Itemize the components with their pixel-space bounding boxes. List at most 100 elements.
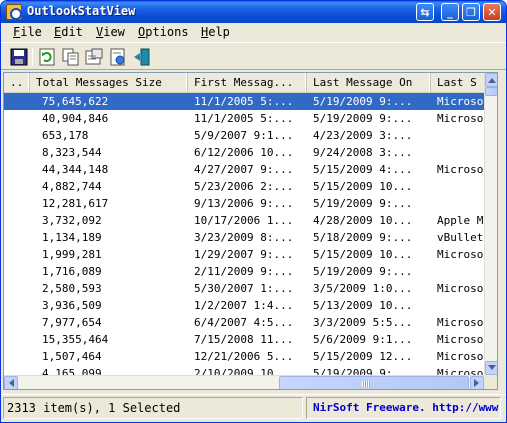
table-row[interactable]: 12,281,617 9/13/2006 9:... 5/19/2009 9:... xyxy=(4,195,484,212)
title-bar[interactable]: OutlookStatView ⇆ _ ❐ ✕ xyxy=(1,1,506,23)
cell-first-message: 5/23/2006 2:... xyxy=(194,180,294,193)
cell-total-size: 44,344,148 xyxy=(42,163,109,176)
properties-icon xyxy=(85,48,103,65)
cell-last-message: 5/15/2009 10... xyxy=(313,248,413,261)
status-item-count: 2313 item(s), 1 Selected xyxy=(3,397,303,419)
close-button[interactable]: ✕ xyxy=(483,3,501,21)
save-button[interactable] xyxy=(9,47,29,67)
cell-last-message: 5/19/2009 9:... xyxy=(313,112,413,125)
menu-view[interactable]: View xyxy=(96,25,125,39)
cell-first-message: 11/1/2005 5:... xyxy=(194,112,294,125)
copy-button[interactable] xyxy=(61,47,81,67)
vertical-scrollbar[interactable] xyxy=(484,73,497,375)
table-row[interactable]: 15,355,464 7/15/2008 11... 5/6/2009 9:1...… xyxy=(4,331,484,348)
arrow-down-icon xyxy=(488,365,496,370)
cell-first-message: 6/12/2006 10... xyxy=(194,146,294,159)
statistics-list[interactable]: .. Total Messages Size First Messag... L… xyxy=(3,72,498,390)
cell-last-message: 9/24/2008 3:... xyxy=(313,146,413,159)
scroll-down-button[interactable] xyxy=(485,361,497,375)
html-report-button[interactable] xyxy=(108,47,128,67)
cell-first-message: 4/27/2007 9:... xyxy=(194,163,294,176)
cell-first-message: 11/1/2005 5:... xyxy=(194,95,294,108)
table-row[interactable]: 4,882,744 5/23/2006 2:... 5/15/2009 10... xyxy=(4,178,484,195)
horizontal-scroll-thumb[interactable] xyxy=(279,376,469,389)
refresh-button[interactable] xyxy=(37,47,57,67)
minimize-button[interactable]: _ xyxy=(441,3,459,21)
app-window: OutlookStatView ⇆ _ ❐ ✕ File Edit View O… xyxy=(0,0,507,423)
toolbar-separator xyxy=(32,48,33,66)
cell-total-size: 653,178 xyxy=(42,129,89,142)
column-header-row: .. Total Messages Size First Messag... L… xyxy=(4,73,497,93)
table-row[interactable]: 75,645,622 11/1/2005 5:... 5/19/2009 9:...… xyxy=(4,93,484,110)
cell-last-message: 5/15/2009 12... xyxy=(313,350,413,363)
toolbar xyxy=(1,42,506,70)
horizontal-scrollbar[interactable] xyxy=(4,375,484,389)
vertical-scroll-thumb[interactable] xyxy=(485,87,497,96)
scroll-grip xyxy=(362,381,370,387)
cell-first-message: 5/9/2007 9:1... xyxy=(194,129,294,142)
swap-icon: ⇆ xyxy=(420,5,430,19)
html-report-icon xyxy=(110,48,125,66)
menu-help[interactable]: Help xyxy=(201,25,230,39)
cell-total-size: 12,281,617 xyxy=(42,197,109,210)
save-icon xyxy=(10,48,28,66)
column-header-last-message[interactable]: Last Message On xyxy=(307,73,431,92)
column-header-name[interactable]: .. xyxy=(4,73,30,92)
extra-title-button[interactable]: ⇆ xyxy=(416,3,434,21)
scroll-up-button[interactable] xyxy=(485,73,497,87)
cell-last-message: 5/13/2009 10... xyxy=(313,299,413,312)
table-row[interactable]: 1,507,464 12/21/2006 5... 5/15/2009 12... M… xyxy=(4,348,484,365)
cell-first-message: 6/4/2007 4:5... xyxy=(194,316,294,329)
cell-first-message: 10/17/2006 1... xyxy=(194,214,294,227)
menu-options[interactable]: Options xyxy=(138,25,189,39)
arrow-left-icon xyxy=(9,379,14,387)
table-row[interactable]: 44,344,148 4/27/2007 9:... 5/15/2009 4:...… xyxy=(4,161,484,178)
nirsoft-link[interactable]: NirSoft Freeware. http://www.nirs xyxy=(306,397,501,419)
cell-first-message: 9/13/2006 9:... xyxy=(194,197,294,210)
table-row[interactable]: 2,580,593 5/30/2007 1:... 3/5/2009 1:0... M… xyxy=(4,280,484,297)
scroll-left-button[interactable] xyxy=(4,376,18,389)
cell-last-message: 3/5/2009 1:0... xyxy=(313,282,413,295)
outlookstatview-app-icon[interactable] xyxy=(6,4,22,20)
cell-first-message: 12/21/2006 5... xyxy=(194,350,294,363)
cell-total-size: 8,323,544 xyxy=(42,146,102,159)
cell-last-message: 5/15/2009 10... xyxy=(313,180,413,193)
table-row[interactable]: 1,134,189 3/23/2009 8:... 5/18/2009 9:... v… xyxy=(4,229,484,246)
table-row[interactable]: 8,323,544 6/12/2006 10... 9/24/2008 3:... xyxy=(4,144,484,161)
properties-button[interactable] xyxy=(84,47,104,67)
column-header-total-size[interactable]: Total Messages Size xyxy=(30,73,188,92)
cell-total-size: 7,977,654 xyxy=(42,316,102,329)
menu-edit[interactable]: Edit xyxy=(54,25,83,39)
table-row[interactable]: 3,936,509 1/2/2007 1:4... 5/13/2009 10... xyxy=(4,297,484,314)
cell-total-size: 15,355,464 xyxy=(42,333,109,346)
copy-icon xyxy=(62,48,79,66)
scrollbar-corner xyxy=(484,375,497,389)
cell-first-message: 5/30/2007 1:... xyxy=(194,282,294,295)
close-icon: ✕ xyxy=(487,5,497,19)
cell-total-size: 1,716,089 xyxy=(42,265,102,278)
cell-last-message: 5/18/2009 9:... xyxy=(313,231,413,244)
maximize-icon: ❐ xyxy=(466,5,476,19)
cell-first-message: 2/11/2009 9:... xyxy=(194,265,294,278)
cell-last-message: 5/6/2009 9:1... xyxy=(313,333,413,346)
maximize-button[interactable]: ❐ xyxy=(462,3,480,21)
cell-last-message: 5/19/2009 9:... xyxy=(313,265,413,278)
table-row[interactable]: 7,977,654 6/4/2007 4:5... 3/3/2009 5:5... M… xyxy=(4,314,484,331)
cell-total-size: 1,999,281 xyxy=(42,248,102,261)
column-header-first-message[interactable]: First Messag... xyxy=(188,73,307,92)
cell-first-message: 1/29/2007 9:... xyxy=(194,248,294,261)
menu-bar: File Edit View Options Help xyxy=(1,23,506,41)
table-row[interactable]: 1,999,281 1/29/2007 9:... 5/15/2009 10... M… xyxy=(4,246,484,263)
exit-icon xyxy=(134,48,150,66)
table-row[interactable]: 653,178 5/9/2007 9:1... 4/23/2009 3:... xyxy=(4,127,484,144)
cell-total-size: 1,134,189 xyxy=(42,231,102,244)
scroll-right-button[interactable] xyxy=(470,376,484,389)
status-bar: 2313 item(s), 1 Selected NirSoft Freewar… xyxy=(1,394,506,422)
minimize-icon: _ xyxy=(447,5,453,19)
exit-button[interactable] xyxy=(132,47,152,67)
table-row[interactable]: 3,732,092 10/17/2006 1... 4/28/2009 10... A… xyxy=(4,212,484,229)
menu-file[interactable]: File xyxy=(13,25,42,39)
table-row[interactable]: 1,716,089 2/11/2009 9:... 5/19/2009 9:... xyxy=(4,263,484,280)
table-row[interactable]: 40,904,846 11/1/2005 5:... 5/19/2009 9:...… xyxy=(4,110,484,127)
cell-total-size: 1,507,464 xyxy=(42,350,102,363)
